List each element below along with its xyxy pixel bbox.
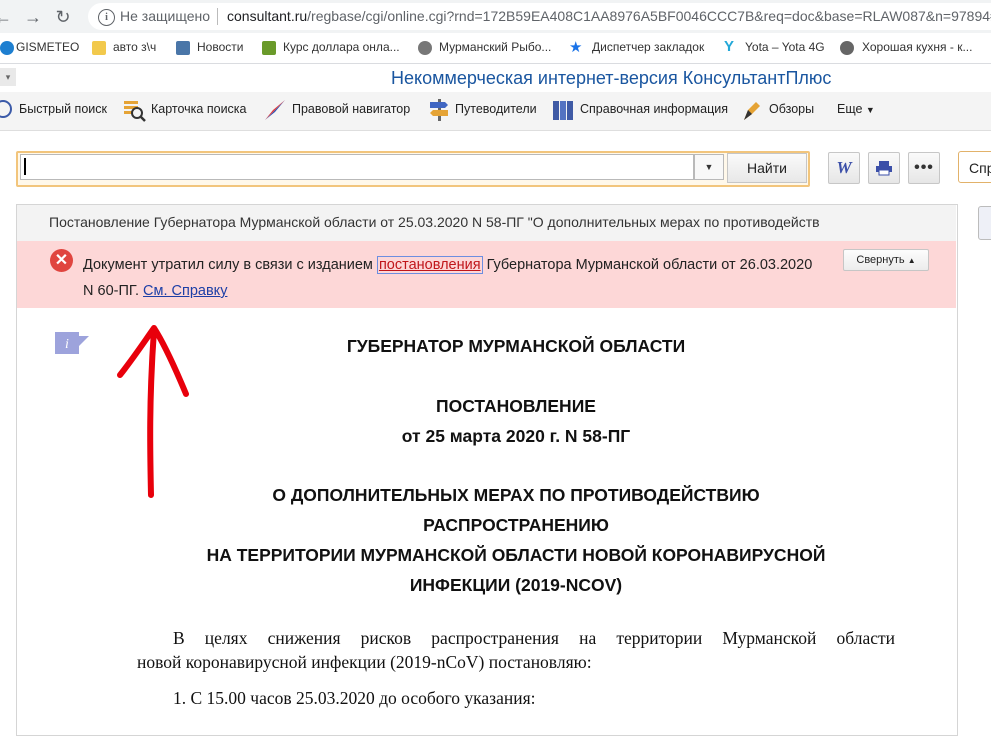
svg-text:i: i: [65, 337, 69, 352]
yota-icon: Y: [724, 38, 735, 55]
url-host: consultant.ru: [227, 8, 308, 24]
document-title-line: НА ТЕРРИТОРИИ МУРМАНСКОЙ ОБЛАСТИ НОВОЙ К…: [206, 545, 826, 565]
bookmark-manager[interactable]: Диспетчер закладок: [592, 40, 704, 54]
document-title-line: ИНФЕКЦИИ (2019-NCOV): [409, 575, 623, 595]
document-title-bar: Постановление Губернатора Мурманской обл…: [49, 214, 820, 230]
bookmark-fish[interactable]: Мурманский Рыбо...: [439, 40, 551, 54]
info-note-icon[interactable]: i: [55, 332, 89, 354]
navigator-icon: [265, 100, 285, 120]
app-title: Некоммерческая интернет-версия Консульта…: [391, 68, 832, 88]
alert-text-before: Документ утратил силу в связи с изданием: [83, 257, 377, 273]
toolbar-legal-navigator[interactable]: Правовой навигатор: [292, 102, 410, 116]
reload-icon[interactable]: ↻: [52, 6, 74, 28]
forward-icon[interactable]: →: [22, 6, 44, 28]
collapse-label: Свернуть: [856, 254, 905, 266]
bookmark-news[interactable]: Новости: [197, 40, 243, 54]
body-paragraph-line: В целях снижения рисков распространения …: [173, 628, 895, 648]
print-button[interactable]: [868, 152, 900, 184]
more-dots-icon: •••: [914, 159, 934, 176]
annotation-arrow-icon: [117, 325, 189, 498]
menu-toggle-icon[interactable]: ▾: [0, 68, 16, 86]
star-icon: ★: [569, 39, 583, 56]
folder-icon: [92, 41, 106, 55]
document-authority: ГУБЕРНАТОР МУРМАНСКОЙ ОБЛАСТИ: [346, 336, 686, 356]
toolbar-more[interactable]: Еще ▼: [837, 102, 875, 116]
insecure-label[interactable]: Не защищено: [120, 8, 210, 24]
site-info-icon[interactable]: i: [98, 9, 115, 26]
toolbar-reviews[interactable]: Обзоры: [769, 102, 814, 116]
toolbar-guides[interactable]: Путеводители: [455, 102, 537, 116]
toolbar-quick-search[interactable]: Быстрый поиск: [19, 102, 107, 116]
globe-icon: [840, 41, 854, 55]
document-title-line: О ДОПОЛНИТЕЛЬНЫХ МЕРАХ ПО ПРОТИВОДЕЙСТВИ…: [272, 485, 760, 505]
reference-info-icon: [553, 101, 573, 120]
vk-icon: [176, 41, 190, 55]
toolbar-reference-info[interactable]: Справочная информация: [580, 102, 728, 116]
bookmark-dollar[interactable]: Курс доллара онла...: [283, 40, 400, 54]
document-date: от 25 марта 2020 г. N 58-ПГ: [401, 426, 631, 446]
chevron-up-icon: ▲: [907, 256, 916, 265]
reviews-icon: [744, 102, 760, 120]
back-icon[interactable]: ←: [0, 6, 14, 28]
more-options-button[interactable]: •••: [908, 152, 940, 184]
collapse-button[interactable]: Свернуть ▲: [843, 249, 929, 271]
alert-message: Документ утратил силу в связи с изданием…: [83, 252, 823, 304]
bookmark-yota[interactable]: Yota – Yota 4G: [745, 40, 825, 54]
search-card-icon: [124, 101, 146, 122]
text-cursor: [24, 158, 26, 175]
bookmark-gismeteo[interactable]: GISMETEO: [16, 40, 79, 54]
money-icon: [262, 41, 276, 55]
gismeteo-icon: [0, 41, 14, 55]
toolbar-search-card[interactable]: Карточка поиска: [151, 102, 247, 116]
toolbar-more-label: Еще: [837, 102, 863, 116]
search-input[interactable]: [20, 154, 694, 180]
side-panel-tab[interactable]: [978, 206, 991, 240]
find-button[interactable]: Найти: [727, 153, 807, 183]
site-icon: [418, 41, 432, 55]
search-history-dropdown[interactable]: ▼: [694, 154, 724, 180]
print-icon: [876, 161, 892, 176]
url-separator: [217, 8, 218, 25]
bookmark-kitchen[interactable]: Хорошая кухня - к...: [862, 40, 972, 54]
url-path: /regbase/cgi/online.cgi?rnd=172B59EA408C…: [307, 8, 991, 24]
body-paragraph-item: 1. С 15.00 часов 25.03.2020 до особого у…: [173, 688, 536, 708]
document-title-line: РАСПРОСТРАНЕНИЮ: [423, 515, 609, 535]
body-paragraph-line: новой коронавирусной инфекции (2019-nCoV…: [137, 652, 592, 672]
guides-icon: [430, 99, 448, 121]
word-export-button[interactable]: W: [828, 152, 860, 184]
url-text[interactable]: consultant.ru/regbase/cgi/online.cgi?rnd…: [227, 8, 991, 24]
reference-button[interactable]: Спр: [958, 151, 991, 183]
chevron-down-icon: ▼: [865, 105, 875, 115]
superseding-doc-link[interactable]: постановления: [376, 256, 483, 274]
error-icon: ✕: [50, 249, 73, 272]
word-icon: W: [836, 158, 852, 177]
see-reference-link[interactable]: См. Справку: [143, 283, 227, 299]
document-type: ПОСТАНОВЛЕНИЕ: [436, 396, 596, 416]
bookmark-auto[interactable]: авто з\ч: [113, 40, 156, 54]
